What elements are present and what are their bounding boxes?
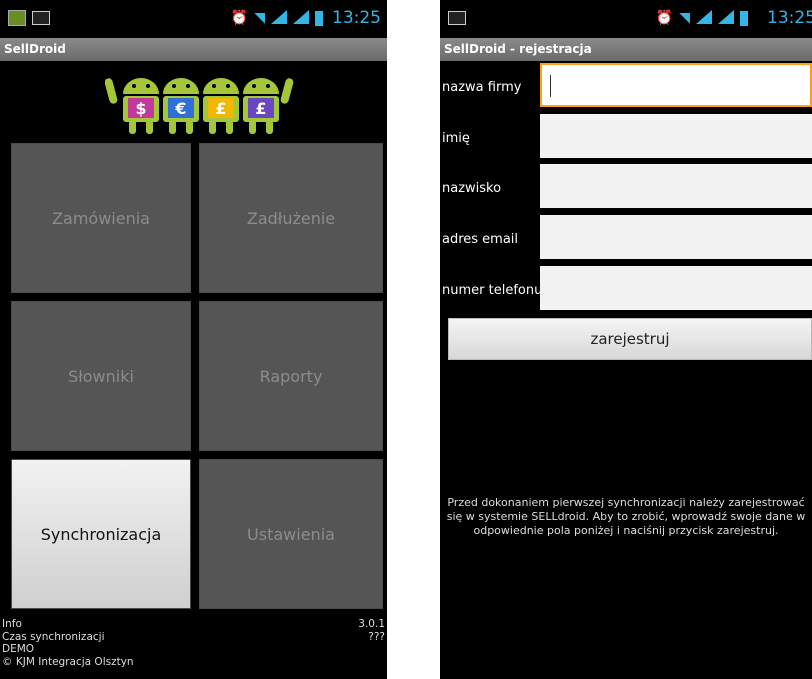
clock: 13:25 xyxy=(332,8,381,28)
wifi-icon: ◥ xyxy=(679,10,690,26)
battery-icon xyxy=(315,10,323,26)
label-email: adres email xyxy=(442,232,519,247)
company-name-input[interactable] xyxy=(540,63,812,107)
signal-icon-2 xyxy=(718,9,734,28)
last-name-input[interactable] xyxy=(540,164,812,208)
sync-value: ??? xyxy=(368,630,385,643)
version: 3.0.1 xyxy=(358,618,385,630)
logo-dollar: $ xyxy=(135,99,146,118)
registration-title: SellDroid - rejestracja xyxy=(440,38,812,61)
selldroid-logo: $ € £ £ xyxy=(104,64,295,136)
clock: 13:25 xyxy=(767,8,812,28)
tile-zadluzenie[interactable]: Zadłużenie xyxy=(199,143,383,293)
signal-icon xyxy=(271,9,287,28)
label-last-name: nazwisko xyxy=(442,181,502,196)
signal-icon-2 xyxy=(293,9,309,28)
alarm-icon: ⏰ xyxy=(230,10,249,26)
tile-synchronizacja[interactable]: Synchronizacja xyxy=(11,459,191,609)
tile-ustawienia[interactable]: Ustawienia xyxy=(199,459,383,609)
email-input[interactable] xyxy=(540,215,812,259)
mode-label: DEMO xyxy=(2,643,35,655)
copyright: © KJM Integracja Olsztyn xyxy=(2,655,134,668)
signal-icon xyxy=(696,9,712,28)
image-notification-icon xyxy=(448,11,466,25)
tile-raporty[interactable]: Raporty xyxy=(199,301,383,451)
logo-euro: € xyxy=(174,99,186,118)
info-panel: Info 3.0.1 Czas synchronizacji??? DEMO © … xyxy=(0,618,387,668)
app-title: SellDroid xyxy=(0,38,387,61)
alarm-icon: ⏰ xyxy=(655,10,674,26)
register-button[interactable]: zarejestruj xyxy=(448,318,812,360)
battery-icon xyxy=(740,10,748,26)
tile-zamowienia[interactable]: Zamówienia xyxy=(11,143,191,293)
logo-pound-2: £ xyxy=(255,99,266,118)
tile-slowniki[interactable]: Słowniki xyxy=(11,301,191,451)
image-notification-icon xyxy=(32,11,50,25)
phone-input[interactable] xyxy=(540,266,812,310)
label-first-name: imię xyxy=(442,131,470,146)
wifi-icon: ◥ xyxy=(254,10,265,26)
label-phone: numer telefonu xyxy=(442,283,543,298)
registration-screen: ⏰ ◥ 13:25 SellDroid - rejestracja nazwa … xyxy=(440,0,812,679)
app-notification-icon xyxy=(8,10,26,26)
status-bar: ⏰ ◥ 13:25 xyxy=(0,0,387,38)
registration-info-text: Przed dokonaniem pierwszej synchronizacj… xyxy=(446,496,806,537)
status-bar-2: ⏰ ◥ 13:25 xyxy=(440,0,812,38)
info-label: Info xyxy=(2,618,22,630)
first-name-input[interactable] xyxy=(540,114,812,158)
label-company: nazwa firmy xyxy=(442,80,522,95)
logo-pound: £ xyxy=(215,99,226,118)
sync-label: Czas synchronizacji xyxy=(2,630,105,643)
main-menu-screen: ⏰ ◥ 13:25 SellDroid $ € £ £ Zamówienia Z… xyxy=(0,0,387,679)
